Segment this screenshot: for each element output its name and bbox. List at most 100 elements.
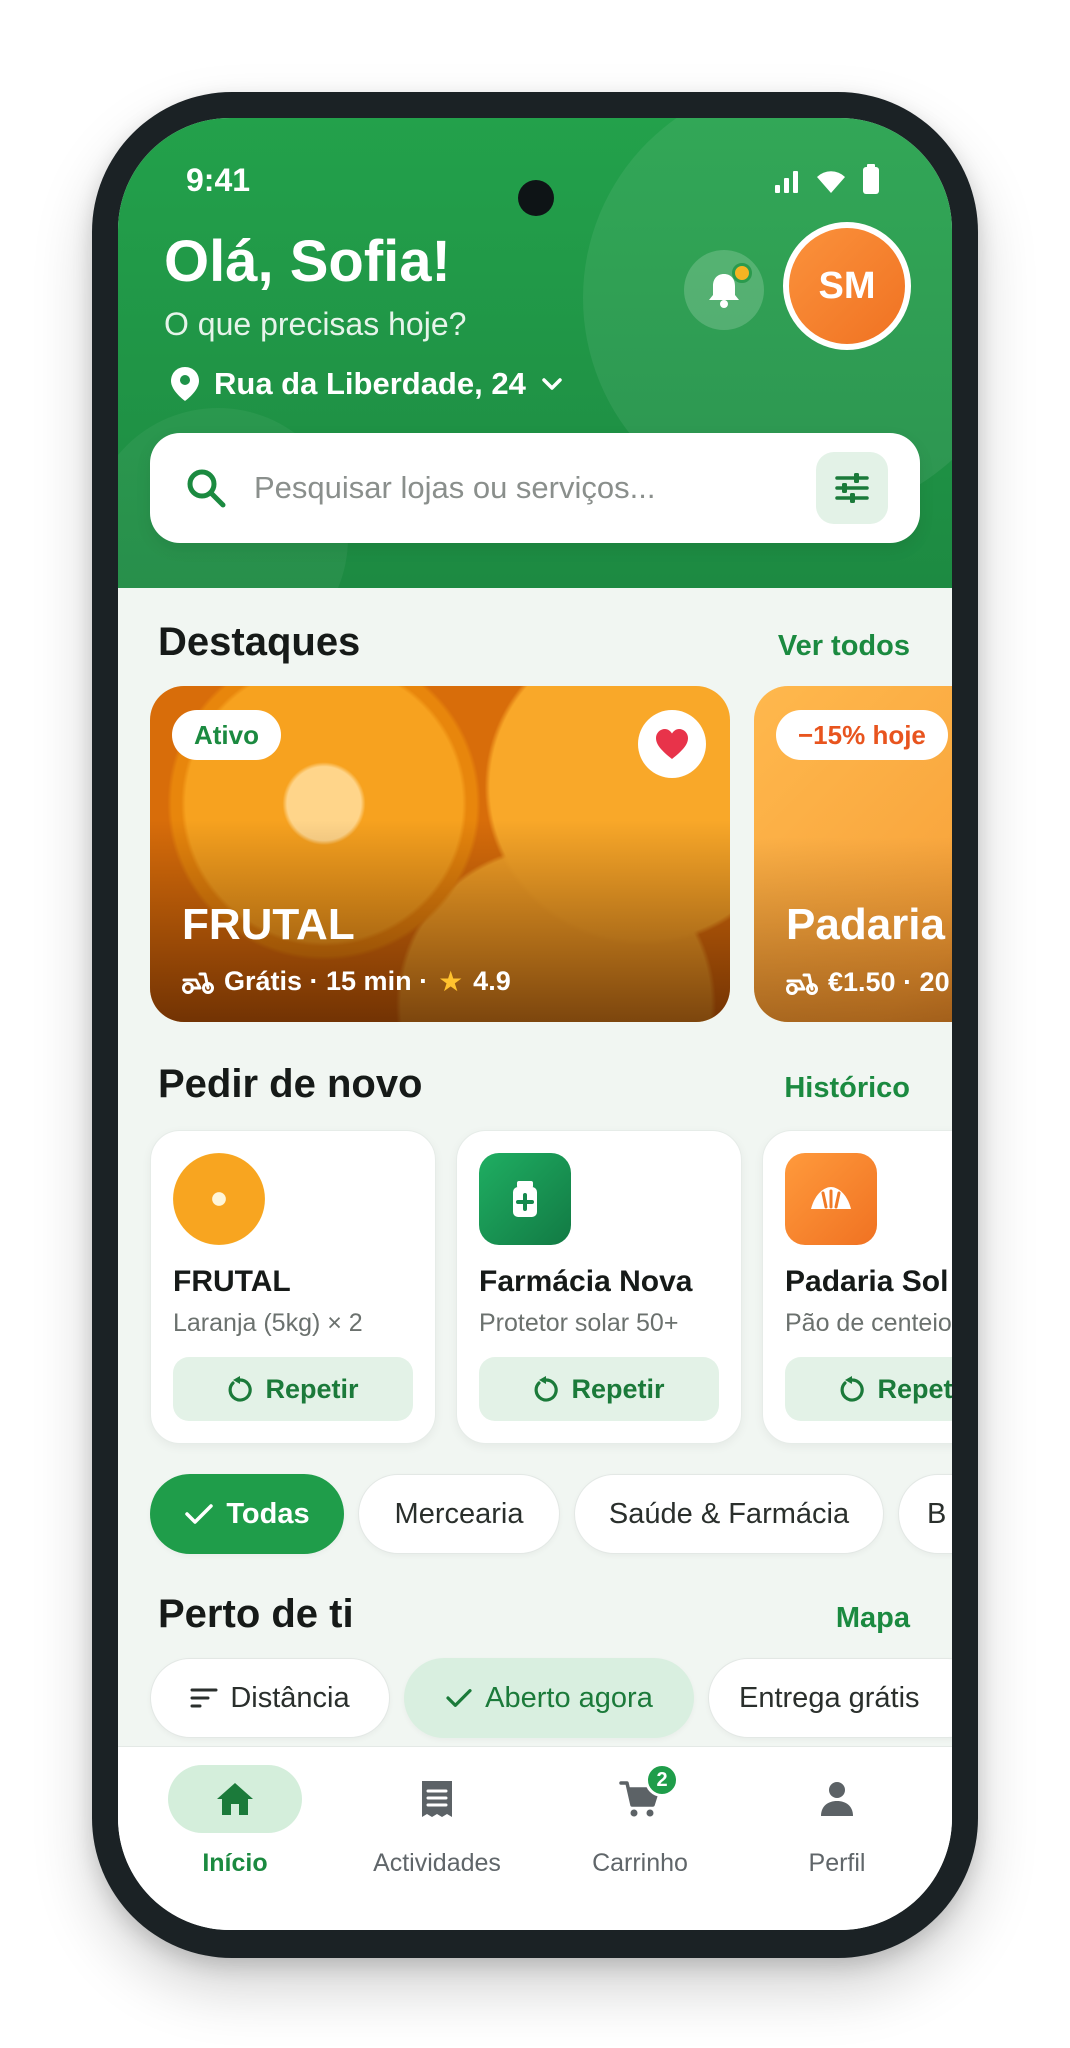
person-icon xyxy=(821,1782,853,1816)
delivery-info: €1.50 · 20 xyxy=(828,967,950,997)
featured-see-all-link[interactable]: Ver todos xyxy=(778,630,910,663)
receipt-icon xyxy=(422,1781,452,1817)
avatar[interactable]: SM xyxy=(783,222,911,350)
home-icon xyxy=(217,1783,253,1815)
nav-activities-icon-wrap xyxy=(370,1765,504,1833)
filter-chip-label: Aberto agora xyxy=(485,1681,653,1714)
category-chip-mercearia[interactable]: Mercearia xyxy=(358,1474,560,1554)
reorder-card[interactable]: Farmácia Nova Protetor solar 50+ Repetir xyxy=(456,1130,742,1444)
category-chip-label: Saúde & Farmácia xyxy=(608,1497,850,1530)
status-icons xyxy=(774,164,880,194)
reorder-card[interactable]: FRUTAL Laranja (5kg) × 2 Repetir xyxy=(150,1130,436,1444)
sort-icon xyxy=(190,1688,218,1708)
nav-label: Perfil xyxy=(808,1849,866,1877)
location-selector[interactable]: Rua da Liberdade, 24 xyxy=(170,366,564,402)
filter-chip-free-delivery[interactable]: Entrega grátis xyxy=(708,1658,952,1738)
pharmacy-bottle-icon xyxy=(513,1181,537,1217)
featured-store-meta: Grátis · 15 min · ★ 4.9 xyxy=(182,965,511,998)
notifications-button[interactable] xyxy=(684,250,764,330)
wifi-icon xyxy=(817,171,845,193)
cart-count-badge: 2 xyxy=(645,1763,679,1797)
reorder-item-desc: Laranja (5kg) × 2 xyxy=(173,1309,363,1337)
history-link[interactable]: Histórico xyxy=(784,1072,910,1105)
check-icon xyxy=(185,1504,214,1524)
filter-chip-distance[interactable]: Distância xyxy=(150,1658,390,1738)
greeting: Olá, Sofia! xyxy=(164,229,451,294)
discount-badge: −15% hoje xyxy=(776,710,948,760)
nav-cart-icon-wrap: 2 xyxy=(573,1763,707,1833)
greeting-subtitle: O que precisas hoje? xyxy=(164,306,467,342)
map-link[interactable]: Mapa xyxy=(836,1602,910,1635)
location-label: Rua da Liberdade, 24 xyxy=(214,366,526,401)
filter-button[interactable] xyxy=(816,452,888,524)
favorite-button[interactable] xyxy=(638,710,706,778)
reorder-store-name: Padaria Sol xyxy=(785,1265,949,1298)
rating-value: 4.9 xyxy=(473,966,511,996)
bread-icon xyxy=(785,1153,877,1245)
notification-dot xyxy=(732,263,752,283)
reorder-store-name: Farmácia Nova xyxy=(479,1265,693,1298)
filter-chip-open-now[interactable]: Aberto agora xyxy=(404,1658,694,1738)
reorder-store-name: FRUTAL xyxy=(173,1265,291,1298)
reorder-title: Pedir de novo xyxy=(158,1062,423,1106)
category-chip-label: B xyxy=(927,1497,947,1530)
category-chip-saude[interactable]: Saúde & Farmácia xyxy=(574,1474,884,1554)
app-screen: 9:41 Olá, Sofia! O que precisas hoje? Ru… xyxy=(118,118,952,1930)
category-chip-label: Mercearia xyxy=(394,1497,524,1530)
reorder-card[interactable]: Padaria Sol Pão de centeio Repetir xyxy=(762,1130,952,1444)
featured-card-padaria[interactable]: −15% hoje Padaria €1.50 · 20 xyxy=(754,686,952,1022)
repeat-icon xyxy=(229,1376,253,1402)
nav-label: Carrinho xyxy=(592,1849,688,1877)
battery-icon xyxy=(863,164,879,194)
reorder-item-desc: Pão de centeio xyxy=(785,1309,952,1337)
featured-title: Destaques xyxy=(158,620,361,664)
reorder-item-desc: Protetor solar 50+ xyxy=(479,1309,679,1337)
bottom-navigation: Início Actividades 2 Carrinho Perfil xyxy=(118,1746,952,1930)
featured-store-meta: €1.50 · 20 xyxy=(786,967,950,998)
repeat-button[interactable]: Repetir xyxy=(785,1357,952,1421)
nav-label: Actividades xyxy=(373,1849,501,1877)
header: 9:41 Olá, Sofia! O que precisas hoje? Ru… xyxy=(118,118,952,588)
status-bar: 9:41 xyxy=(118,158,952,216)
search-bar[interactable]: Pesquisar lojas ou serviços... xyxy=(150,433,920,543)
delivery-info: Grátis · 15 min · xyxy=(224,966,429,996)
repeat-label: Repetir xyxy=(877,1373,952,1404)
scooter-icon xyxy=(182,972,214,994)
repeat-icon xyxy=(841,1376,865,1402)
nav-profile[interactable]: Perfil xyxy=(735,1765,939,1895)
camera-cutout xyxy=(518,180,554,216)
featured-card-frutal[interactable]: Ativo FRUTAL Grátis · 15 min · ★ 4.9 xyxy=(150,686,730,1022)
category-chip-todas[interactable]: Todas xyxy=(150,1474,344,1554)
check-icon xyxy=(446,1689,472,1707)
star-icon: ★ xyxy=(438,966,464,997)
nearby-title: Perto de ti xyxy=(158,1592,354,1636)
repeat-icon xyxy=(535,1376,559,1402)
location-pin-icon xyxy=(171,367,199,401)
featured-store-name: Padaria xyxy=(786,900,945,949)
search-icon xyxy=(187,469,226,508)
nav-home[interactable]: Início xyxy=(133,1765,337,1895)
nav-profile-icon-wrap xyxy=(770,1765,904,1833)
repeat-button[interactable]: Repetir xyxy=(173,1357,413,1421)
status-badge: Ativo xyxy=(172,710,281,760)
croissant-icon xyxy=(811,1187,851,1209)
nav-label: Início xyxy=(202,1849,268,1877)
filter-chip-label: Distância xyxy=(230,1681,350,1714)
signal-icon xyxy=(775,171,798,193)
nav-activities[interactable]: Actividades xyxy=(335,1765,539,1895)
orange-icon xyxy=(173,1153,265,1245)
scooter-icon xyxy=(786,973,818,995)
filter-chip-label: Entrega grátis xyxy=(739,1681,920,1714)
category-chip-more[interactable]: B xyxy=(898,1474,952,1554)
pharmacy-icon xyxy=(479,1153,571,1245)
repeat-label: Repetir xyxy=(265,1373,359,1404)
featured-store-name: FRUTAL xyxy=(182,900,355,949)
nav-cart[interactable]: 2 Carrinho xyxy=(538,1763,742,1895)
repeat-button[interactable]: Repetir xyxy=(479,1357,719,1421)
category-chip-label: Todas xyxy=(226,1497,310,1530)
search-input[interactable]: Pesquisar lojas ou serviços... xyxy=(254,470,816,506)
nav-home-icon-wrap xyxy=(168,1765,302,1833)
avatar-initials: SM xyxy=(818,264,876,307)
repeat-label: Repetir xyxy=(571,1373,665,1404)
chevron-down-icon xyxy=(542,378,562,390)
